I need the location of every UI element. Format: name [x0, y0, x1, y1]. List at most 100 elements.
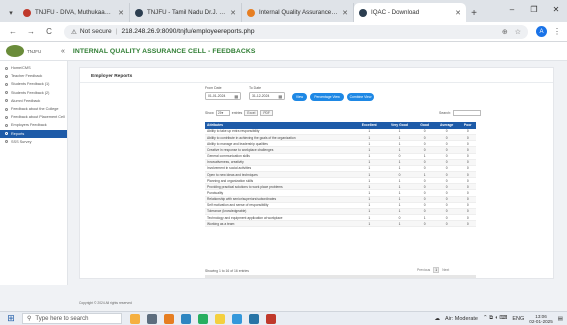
search-label: Search: — [439, 111, 452, 115]
browser-tab-active[interactable]: IQAC - Download ✕ — [354, 3, 466, 22]
browser-tab[interactable]: TNJFU - DIVA, Muthukaadu - In ✕ — [18, 3, 130, 22]
file-explorer-icon[interactable] — [215, 313, 225, 324]
sidebar-item-reports[interactable]: Reports — [0, 129, 67, 138]
sidebar-item-employers-feedback[interactable]: Employers Feedback — [0, 121, 67, 129]
security-label[interactable]: Not secure — [80, 28, 112, 35]
taskbar-search[interactable]: ⚲ Type here to search — [22, 313, 122, 324]
browser-tab[interactable]: TNJFU - Tamil Nadu Dr.J. Jayal ✕ — [130, 3, 242, 22]
sidebar-item-label: Students Feedback (2) — [11, 90, 50, 95]
divider — [80, 82, 553, 83]
chrome-icon[interactable] — [198, 313, 208, 324]
pagination: Previous 1 Next — [417, 267, 449, 273]
circle-icon — [5, 132, 8, 136]
clock[interactable]: 13:06 02-01-2025 — [529, 314, 553, 324]
forward-button[interactable]: → — [24, 27, 38, 36]
store-icon[interactable] — [232, 313, 242, 324]
notification-icon[interactable]: ▤ — [558, 316, 563, 322]
system-tray: ☁ Air: Moderate ⌃ ⧉ ◖ ⌨ ENG 13:06 02-01-… — [434, 314, 567, 324]
sidebar-item-teacher-feedback[interactable]: Teacher Feedback — [0, 72, 67, 80]
page-title: INTERNAL QUALITY ASSURANCE CELL - FEEDBA… — [72, 47, 256, 55]
browser-menu-icon[interactable]: ⋮ — [553, 27, 561, 36]
profile-avatar[interactable]: A — [536, 26, 547, 37]
zoom-icon[interactable]: ⊕ — [502, 28, 508, 36]
calendar-icon[interactable]: ▦ — [278, 94, 282, 99]
new-tab-button[interactable]: + — [466, 4, 482, 22]
table-info: Showing 1 to 16 of 16 entries — [205, 269, 249, 273]
pdf-app-icon[interactable] — [266, 313, 276, 324]
entries-length-control: Show 25 ▾ entries Excel PDF — [205, 110, 273, 116]
circle-icon — [5, 115, 8, 119]
view-button[interactable]: View — [292, 93, 307, 101]
url-text[interactable]: 218.248.26.9:8090/tnjfu/employeereports.… — [121, 28, 254, 35]
pdf-button[interactable]: PDF — [260, 110, 273, 116]
sidebar-item-label: Students Feedback (1) — [11, 82, 50, 87]
logo-text: TNJFU — [27, 48, 42, 54]
close-window-button[interactable]: ✕ — [545, 0, 567, 18]
sidebar-item-label: Feedback about the College — [11, 107, 59, 112]
address-bar[interactable]: ⚠ Not secure | 218.248.26.9:8090/tnjfu/e… — [64, 24, 528, 39]
sidebar-item-placement-feedback[interactable]: Feedback about Placement Cell — [0, 113, 67, 121]
weather-icon[interactable]: ☁ — [434, 316, 440, 322]
tab-title: TNJFU - DIVA, Muthukaadu - In — [35, 9, 115, 16]
circle-icon — [5, 123, 8, 127]
close-tab-icon[interactable]: ✕ — [230, 9, 236, 17]
previous-page-button[interactable]: Previous — [417, 268, 430, 272]
report-card: Employer Reports From Date To Date 01-01… — [79, 67, 554, 279]
weather-text[interactable]: Air: Moderate — [445, 316, 478, 322]
reload-button[interactable]: C — [42, 27, 56, 36]
word-icon[interactable] — [249, 313, 259, 324]
sidebar-item-home[interactable]: Home/CMS — [0, 64, 67, 72]
feedback-table: Attributes Excellent Very Good Good Aver… — [205, 122, 476, 228]
tray-icons[interactable]: ⌃ ⧉ ◖ ⌨ — [483, 315, 507, 322]
close-tab-icon[interactable]: ✕ — [455, 9, 461, 17]
close-tab-icon[interactable]: ✕ — [118, 9, 124, 17]
warning-icon[interactable]: ⚠ — [71, 28, 77, 36]
minimize-button[interactable]: – — [501, 0, 523, 18]
sidebar-item-label: Employers Feedback — [11, 123, 47, 128]
language-indicator[interactable]: ENG — [512, 316, 524, 322]
to-date-input[interactable]: 31-12-2024 ▦ — [249, 92, 285, 100]
sidebar-item-students-feedback-1[interactable]: Students Feedback (1) — [0, 80, 67, 88]
search-input[interactable] — [453, 110, 482, 116]
collapse-sidebar-icon[interactable]: « — [61, 48, 65, 55]
table-search: Search: — [439, 110, 482, 116]
excel-button[interactable]: Excel — [244, 110, 259, 116]
address-toolbar: ← → C ⚠ Not secure | 218.248.26.9:8090/t… — [0, 22, 567, 42]
circle-icon — [5, 82, 8, 86]
sidebar-item-label: Feedback about Placement Cell — [11, 115, 65, 120]
attribute-cell: Working as a team — [205, 220, 355, 228]
widget-icon[interactable] — [130, 313, 140, 324]
sidebar-item-students-feedback-2[interactable]: Students Feedback (2) — [0, 89, 67, 97]
to-date-label: To Date — [249, 86, 262, 90]
horizontal-scrollbar[interactable] — [205, 275, 476, 278]
app-icon[interactable] — [164, 313, 174, 324]
page-button-current[interactable]: 1 — [433, 267, 440, 273]
calendar-icon[interactable]: ▦ — [234, 94, 238, 99]
windows-start-icon[interactable]: ⊞ — [4, 313, 18, 324]
bookmark-star-icon[interactable]: ☆ — [515, 28, 521, 36]
maximize-button[interactable]: ❐ — [523, 0, 545, 18]
entries-select[interactable]: 25 ▾ — [215, 110, 230, 116]
from-date-value: 01-01-2024 — [208, 94, 226, 98]
tab-search-icon[interactable]: ▾ — [4, 4, 18, 22]
edge-icon[interactable] — [181, 313, 191, 324]
sidebar-item-label: Alumni Feedback — [11, 98, 41, 103]
sidebar-item-college-feedback[interactable]: Feedback about the College — [0, 105, 67, 113]
circle-icon — [5, 99, 8, 103]
back-button[interactable]: ← — [6, 27, 20, 36]
task-view-icon[interactable] — [147, 313, 157, 324]
sidebar-item-sss-survey[interactable]: SSS Survey — [0, 138, 67, 146]
from-date-label: From Date — [205, 86, 222, 90]
close-tab-icon[interactable]: ✕ — [342, 9, 348, 17]
separator: | — [115, 28, 118, 35]
favicon-icon — [359, 8, 367, 17]
next-page-button[interactable]: Next — [442, 268, 449, 272]
circle-icon — [5, 74, 8, 78]
sidebar-item-label: Teacher Feedback — [11, 74, 43, 79]
combine-view-button[interactable]: Combine View — [347, 93, 374, 101]
from-date-input[interactable]: 01-01-2024 ▦ — [205, 92, 241, 100]
count-cell: 0 — [433, 220, 460, 228]
browser-tab[interactable]: Internal Quality Assurance Cel ✕ — [242, 3, 354, 22]
sidebar-item-alumni-feedback[interactable]: Alumni Feedback — [0, 97, 67, 105]
percentage-view-button[interactable]: Percentage View — [310, 93, 344, 101]
